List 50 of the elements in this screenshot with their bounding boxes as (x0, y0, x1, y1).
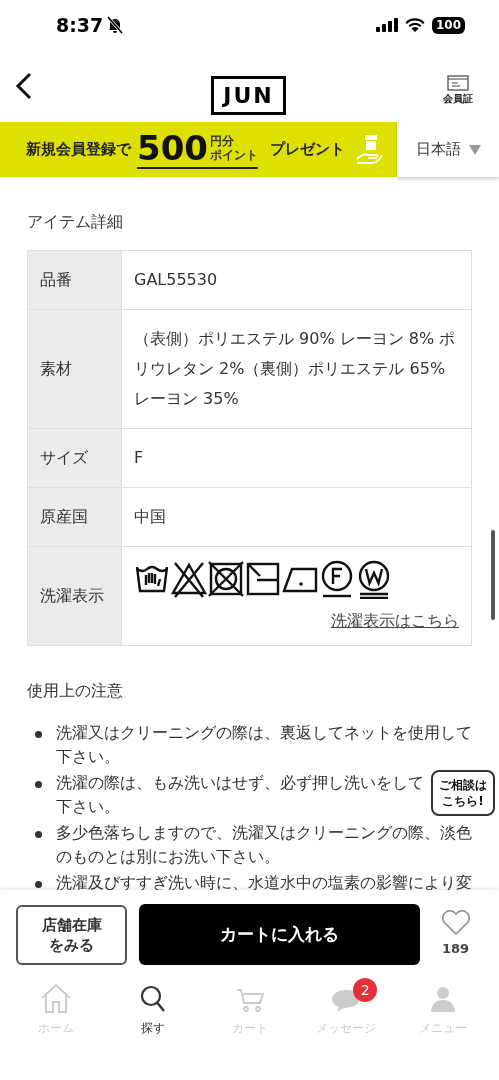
caret-icon (468, 144, 481, 155)
note-text: 洗濯又はクリーニングの際は、裏返してネットを使用して下さい。 (56, 722, 472, 768)
banner-lead: 新規会員登録で (26, 139, 131, 161)
wet-clean-w-icon (356, 559, 392, 599)
banner-tail: プレゼント (270, 139, 345, 161)
no-tumble-dry-icon (208, 559, 244, 599)
brand-logo[interactable]: JUN (211, 76, 286, 115)
speech-bubble-icon (331, 987, 362, 1013)
add-to-cart-button[interactable]: カートに入れる (139, 904, 420, 965)
gift-hand-icon (355, 132, 383, 167)
row-label: 素材 (40, 358, 72, 380)
section-title: 使用上の注意 (27, 680, 124, 702)
bubble-text: ご相談は (439, 777, 487, 793)
language-select[interactable]: 日本語 (397, 122, 499, 177)
tab-bar-item[interactable]: 探す (112, 981, 193, 1037)
cart-icon (235, 987, 264, 1013)
home-icon (40, 983, 72, 1013)
store-stock-button[interactable]: 店舗在庫 をみる (16, 904, 127, 965)
dry-clean-f-icon (319, 559, 355, 599)
notification-badge: 2 (353, 978, 378, 1002)
row-label: 原産国 (40, 506, 88, 528)
battery-indicator: 100 (431, 16, 465, 34)
table-cell-text: GAL55530 (134, 269, 218, 291)
back-icon[interactable] (14, 71, 34, 101)
banner-unit: ポイント (210, 147, 258, 162)
note-text: 洗濯の際は、もみ洗いはせず、必ず押し洗いをして下さい。 (56, 772, 425, 818)
wifi-icon (404, 18, 425, 32)
signal-icon (375, 18, 398, 32)
bubble-text: こちら! (442, 793, 484, 809)
person-icon (430, 985, 456, 1013)
muted-bell-icon (107, 16, 124, 34)
card-icon (447, 74, 469, 91)
row-label: 品番 (40, 269, 72, 291)
banner-unit: 円分 (210, 133, 235, 148)
chat-bubble[interactable]: ご相談は こちら! (431, 770, 495, 816)
table-cell-text: 中国 (134, 506, 166, 528)
favorite-button[interactable]: 189 (432, 910, 479, 959)
banner-amount: 500 (137, 130, 208, 165)
clock-time: 8:37 (56, 12, 104, 38)
table-cell-text: （表側）ポリエステル 90% レーヨン 8% ポリウレタン 2%（裏側）ポリエステル 65% レーヨン 35% (134, 328, 457, 410)
scrollbar[interactable] (491, 530, 495, 620)
heart-icon (440, 910, 471, 937)
section-title: アイテム詳細 (27, 211, 124, 233)
care-label-link[interactable]: 洗濯表示はこちら (331, 609, 459, 633)
search-icon (139, 985, 166, 1013)
row-label: サイズ (40, 447, 88, 469)
member-card-button[interactable]: 会員証 (443, 74, 473, 106)
row-label: 洗濯表示 (40, 585, 104, 607)
table-cell-text: F (134, 447, 144, 469)
note-text: 多少色落ちしますので、洗濯又はクリーニングの際、淡色のものとは別にお洗い下さい。 (56, 822, 472, 868)
